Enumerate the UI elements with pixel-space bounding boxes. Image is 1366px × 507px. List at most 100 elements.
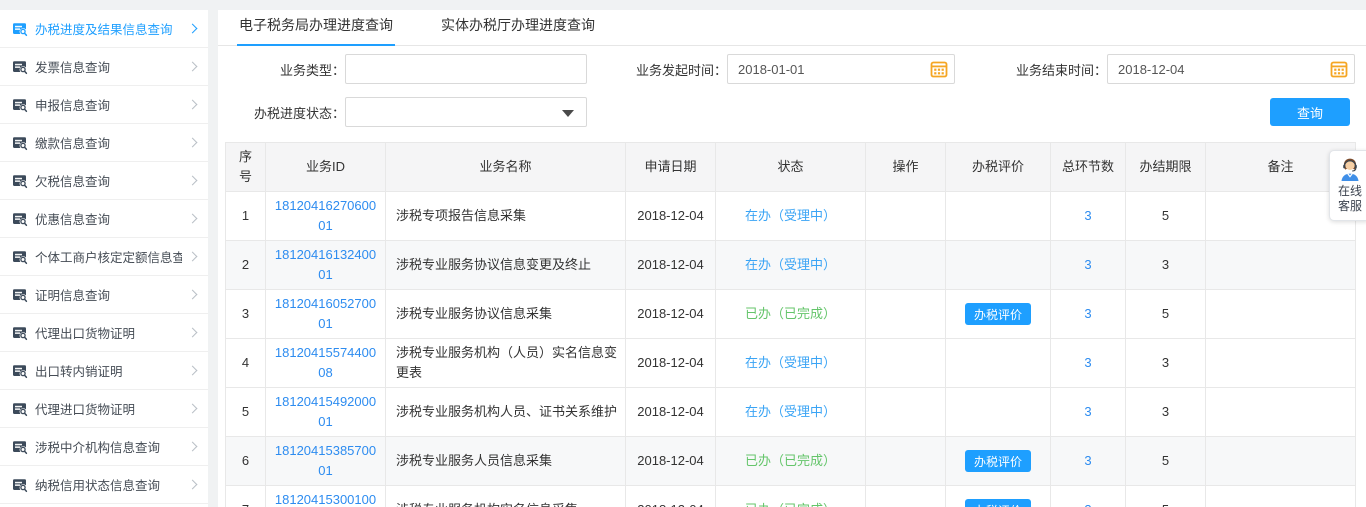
sidebar-item-tax-progress-query[interactable]: 办税进度及结果信息查询 [0,10,208,48]
business-id-link[interactable]: 1812041538570001 [275,443,376,478]
chevron-right-icon [188,252,198,262]
query-button[interactable]: 查询 [1270,98,1350,126]
end-time-input[interactable] [1107,54,1355,84]
sidebar-item-payment-query[interactable]: 缴款信息查询 [0,124,208,162]
cell-status: 已办（已完成） [716,486,866,507]
cell-seq: 3 [226,290,266,339]
tax-evaluation-button[interactable]: 办税评价 [965,450,1031,472]
sidebar-item-label: 涉税中介机构信息查询 [35,437,182,456]
sidebar-item-agent-export-certificate[interactable]: 代理出口货物证明 [0,314,208,352]
calendar-icon[interactable] [930,60,948,78]
document-search-icon [12,21,28,37]
results-table: 序号 业务ID 业务名称 申请日期 状态 操作 办税评价 总环节数 办结期限 备… [225,142,1356,507]
cell-total-steps: 3 [1051,339,1126,388]
document-search-icon [12,173,28,189]
cell-total-steps: 3 [1051,192,1126,241]
status-badge: 在办（受理中） [745,257,836,272]
calendar-icon[interactable] [1330,60,1348,78]
sidebar-item-label: 发票信息查询 [35,57,182,76]
business-id-link[interactable]: 1812041627060001 [275,198,376,233]
cell-tax-evaluation [946,241,1051,290]
header-status: 状态 [716,143,866,192]
cell-seq: 4 [226,339,266,388]
status-badge: 已办（已完成） [745,453,836,468]
sidebar-item-label: 申报信息查询 [35,95,182,114]
total-steps-link[interactable]: 3 [1084,404,1091,419]
document-search-icon [12,477,28,493]
sidebar-item-individual-quota-query[interactable]: 个体工商户核定定额信息查询 [0,238,208,276]
cell-deadline: 3 [1126,241,1206,290]
sidebar-item-tax-arrears-query[interactable]: 欠税信息查询 [0,162,208,200]
total-steps-link[interactable]: 3 [1084,208,1091,223]
cell-apply-date: 2018-12-04 [626,486,716,507]
cell-remark [1206,339,1356,388]
tab-physical-tax-hall-progress[interactable]: 实体办税厅办理进度查询 [439,15,597,45]
business-id-link[interactable]: 1812041530010001 [275,492,376,507]
start-time-label: 业务发起时间： [587,60,727,79]
status-badge: 已办（已完成） [745,502,836,507]
progress-status-label: 办税进度状态： [218,103,345,122]
filter-row-2: 办税进度状态： 查询 [218,97,1366,127]
cell-apply-date: 2018-12-04 [626,437,716,486]
tab-electronic-tax-bureau-progress[interactable]: 电子税务局办理进度查询 [237,15,395,45]
cell-operation [866,290,946,339]
cell-operation [866,192,946,241]
tax-evaluation-button[interactable]: 办税评价 [965,303,1031,325]
cell-tax-evaluation [946,192,1051,241]
tax-evaluation-button[interactable]: 办税评价 [965,499,1031,507]
status-badge: 在办（受理中） [745,208,836,223]
cell-deadline: 5 [1126,486,1206,507]
sidebar-item-export-to-domestic-certificate[interactable]: 出口转内销证明 [0,352,208,390]
chevron-right-icon [188,290,198,300]
online-customer-service-widget[interactable]: 在线客服 [1329,150,1366,221]
sidebar-item-agent-import-certificate[interactable]: 代理进口货物证明 [0,390,208,428]
business-id-link[interactable]: 1812041605270001 [275,296,376,331]
header-business-id: 业务ID [266,143,386,192]
cell-business-id: 1812041557440008 [266,339,386,388]
cell-operation [866,486,946,507]
cell-business-name: 涉税专业服务机构（人员）实名信息变更表 [386,339,626,388]
cell-status: 已办（已完成） [716,437,866,486]
sidebar-item-credit-status-query[interactable]: 纳税信用状态信息查询 [0,466,208,504]
status-badge: 已办（已完成） [745,306,836,321]
chevron-right-icon [188,404,198,414]
cell-tax-evaluation: 办税评价 [946,437,1051,486]
sidebar-item-preference-query[interactable]: 优惠信息查询 [0,200,208,238]
cell-apply-date: 2018-12-04 [626,192,716,241]
header-deadline: 办结期限 [1126,143,1206,192]
total-steps-link[interactable]: 3 [1084,453,1091,468]
filter-row-1: 业务类型： 业务发起时间： 业务结束时间： [218,54,1366,84]
cell-total-steps: 3 [1051,290,1126,339]
progress-status-select[interactable] [345,97,587,127]
chevron-right-icon [188,214,198,224]
total-steps-link[interactable]: 3 [1084,306,1091,321]
chevron-right-icon [188,366,198,376]
document-search-icon [12,135,28,151]
business-id-link[interactable]: 1812041549200001 [275,394,376,429]
document-search-icon [12,287,28,303]
status-badge: 在办（受理中） [745,404,836,419]
document-search-icon [12,211,28,227]
header-business-name: 业务名称 [386,143,626,192]
cell-remark [1206,290,1356,339]
cell-business-id: 1812041605270001 [266,290,386,339]
table-row: 7 1812041530010001 涉税专业服务机构实名信息采集 2018-1… [226,486,1356,507]
cell-tax-evaluation: 办税评价 [946,486,1051,507]
start-time-input[interactable] [727,54,955,84]
sidebar-item-label: 纳税信用状态信息查询 [35,475,182,494]
business-id-link[interactable]: 1812041613240001 [275,247,376,282]
cell-operation [866,339,946,388]
business-id-link[interactable]: 1812041557440008 [275,345,376,380]
sidebar-item-label: 个体工商户核定定额信息查询 [35,247,182,266]
chevron-right-icon [188,328,198,338]
cell-deadline: 5 [1126,437,1206,486]
sidebar-item-declaration-query[interactable]: 申报信息查询 [0,86,208,124]
sidebar-item-certificate-query[interactable]: 证明信息查询 [0,276,208,314]
business-type-input[interactable] [345,54,587,84]
total-steps-link[interactable]: 3 [1084,502,1091,507]
cell-operation [866,388,946,437]
sidebar-item-invoice-query[interactable]: 发票信息查询 [0,48,208,86]
sidebar-item-intermediary-query[interactable]: 涉税中介机构信息查询 [0,428,208,466]
total-steps-link[interactable]: 3 [1084,355,1091,370]
total-steps-link[interactable]: 3 [1084,257,1091,272]
